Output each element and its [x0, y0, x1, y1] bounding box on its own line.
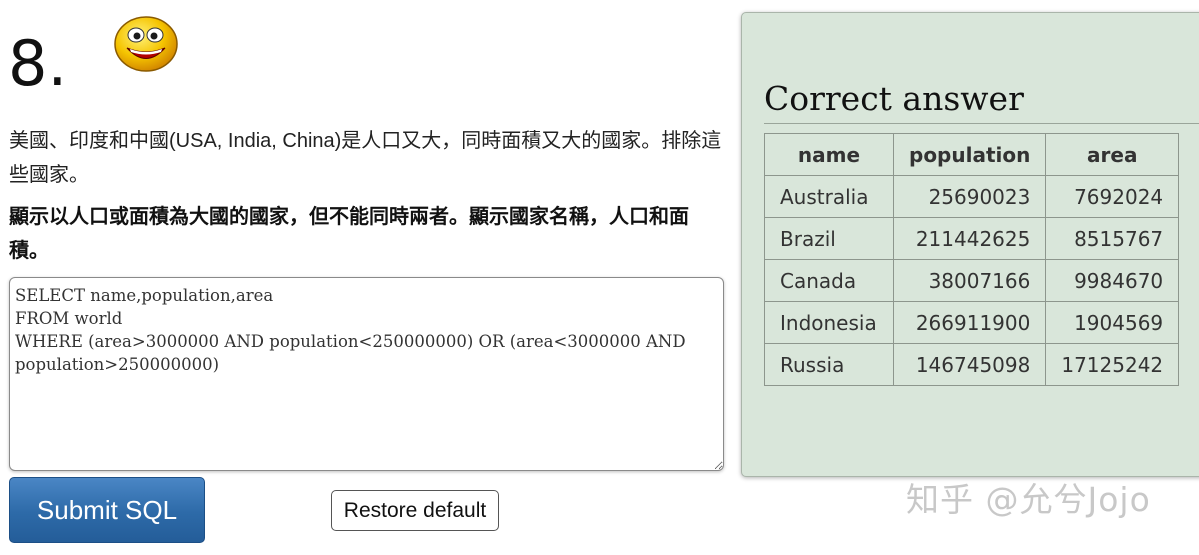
- submit-sql-button[interactable]: Submit SQL: [9, 477, 205, 543]
- question-description: 美國、印度和中國(USA, India, China)是人口又大，同時面積又大的…: [9, 130, 722, 186]
- cell-name: Canada: [764, 259, 894, 302]
- table-row: Indonesia 266911900 1904569: [764, 301, 1180, 344]
- cell-area: 9984670: [1045, 259, 1180, 302]
- restore-default-button[interactable]: Restore default: [331, 490, 499, 531]
- cell-population: 25690023: [892, 175, 1047, 218]
- cell-population: 38007166: [892, 259, 1047, 302]
- column-header: area: [1045, 133, 1180, 176]
- page: 8. 美國、印度和中國(USA, India, China)是人口又大，同時面積…: [0, 0, 1199, 555]
- answer-title: Correct answer: [764, 79, 1024, 118]
- watermark: 知乎 @允兮Jojo: [906, 480, 1151, 519]
- table-row: Brazil 211442625 8515767: [764, 217, 1180, 260]
- cell-area: 1904569: [1045, 301, 1180, 344]
- cell-name: Australia: [764, 175, 894, 218]
- question-instruction: 顯示以人口或面積為大國的國家，但不能同時兩者。顯示國家名稱，人口和面積。: [9, 206, 689, 262]
- cell-name: Indonesia: [764, 301, 894, 344]
- cell-name: Russia: [764, 343, 894, 386]
- smiley-face-icon: [114, 16, 178, 72]
- cell-population: 211442625: [892, 217, 1047, 260]
- answer-table: name population area Australia 25690023 …: [764, 133, 1180, 386]
- column-header: name: [764, 133, 894, 176]
- cell-name: Brazil: [764, 217, 894, 260]
- cell-area: 8515767: [1045, 217, 1180, 260]
- question-number: 8.: [8, 27, 68, 100]
- sql-editor[interactable]: SELECT name,population,area FROM world W…: [9, 277, 724, 471]
- table-row: Australia 25690023 7692024: [764, 175, 1180, 218]
- column-header: population: [892, 133, 1047, 176]
- answer-divider: [764, 123, 1199, 124]
- table-row: Russia 146745098 17125242: [764, 343, 1180, 386]
- cell-area: 7692024: [1045, 175, 1180, 218]
- table-row: Canada 38007166 9984670: [764, 259, 1180, 302]
- cell-area: 17125242: [1045, 343, 1180, 386]
- correct-answer-panel: Correct answer name population area Aust…: [741, 12, 1199, 477]
- cell-population: 266911900: [892, 301, 1047, 344]
- cell-population: 146745098: [892, 343, 1047, 386]
- table-header-row: name population area: [764, 133, 1180, 176]
